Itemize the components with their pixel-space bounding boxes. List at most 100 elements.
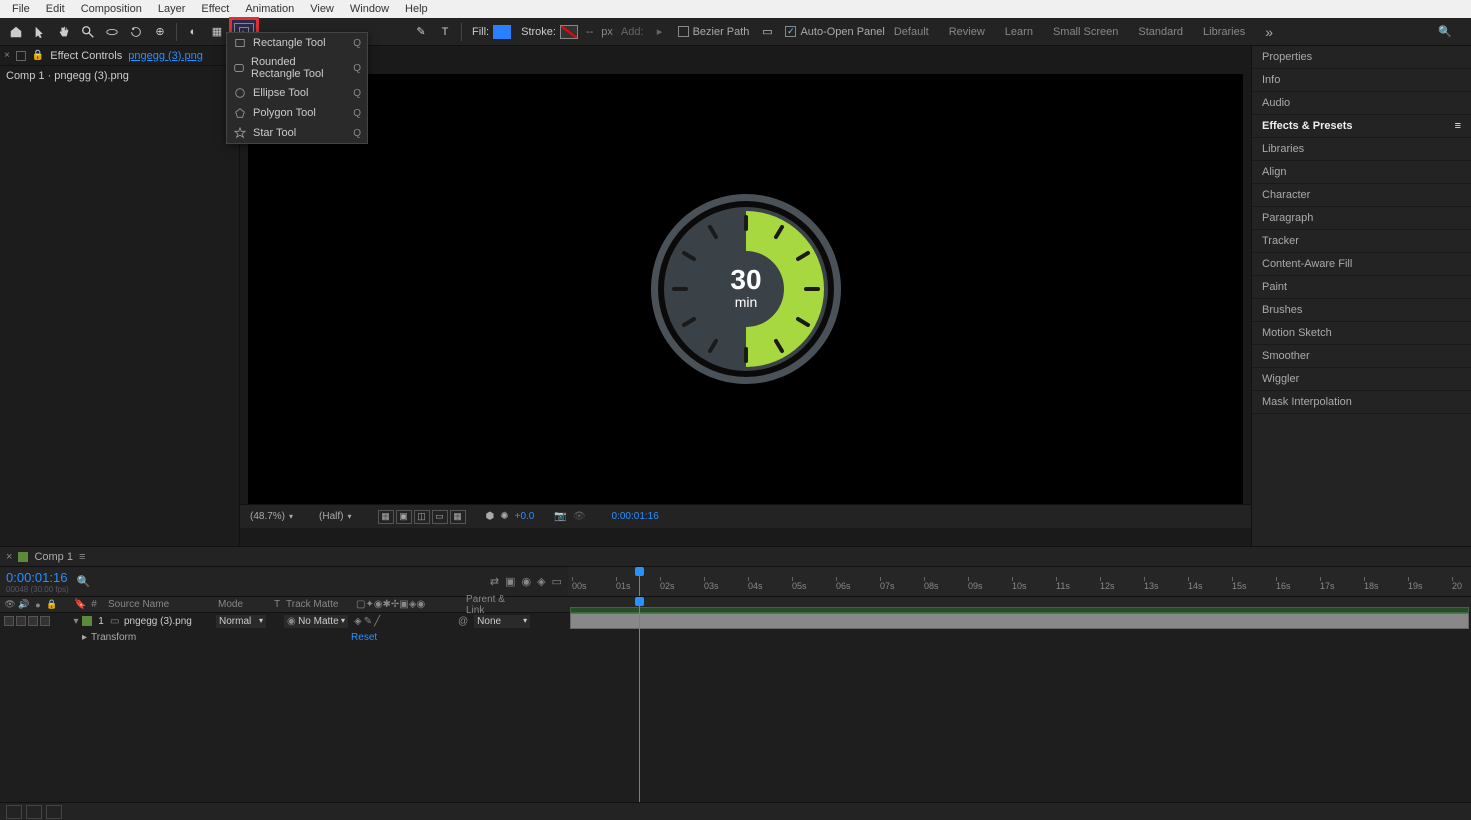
hand-tool[interactable] [53,21,75,43]
effect-controls-tab-label[interactable]: Effect Controls [50,50,122,62]
timeline-tab-menu-icon[interactable]: ≡ [79,551,85,563]
layer-row-1[interactable]: ▾ 1 ▭ pngegg (3).png Normal▾ ◉No Matte▾ … [0,613,568,629]
rounded-rectangle-tool-item[interactable]: Rounded Rectangle Tool Q [227,53,367,83]
menu-window[interactable]: Window [342,1,397,17]
layer-expand-icon[interactable]: ▾ [70,616,82,627]
transform-expand-icon[interactable]: ▸ [82,632,87,643]
add-dropdown[interactable]: ▸ [649,21,671,43]
workspace-more-icon[interactable]: » [1265,24,1273,40]
fill-swatch[interactable] [493,25,511,39]
av-col-speaker-icon[interactable]: 🔊 [18,599,30,611]
panel-brushes[interactable]: Brushes [1252,299,1471,322]
panel-info[interactable]: Info [1252,69,1471,92]
star-tool-item[interactable]: Star Tool Q [227,123,367,143]
panel-paragraph[interactable]: Paragraph [1252,207,1471,230]
guides-toggle-icon[interactable]: ▣ [396,510,412,524]
menu-view[interactable]: View [302,1,342,17]
parent-pickwhip-icon[interactable]: @ [458,616,468,627]
timeline-search[interactable]: 🔍 [77,575,91,588]
menu-help[interactable]: Help [397,1,436,17]
panel-close-icon[interactable]: × [4,50,10,61]
panel-paint[interactable]: Paint [1252,276,1471,299]
panel-align[interactable]: Align [1252,161,1471,184]
menu-file[interactable]: File [4,1,38,17]
region-toggle-icon[interactable]: ▭ [432,510,448,524]
tl-motion-blur-icon[interactable]: ◉ [522,575,532,588]
zoom-dropdown[interactable]: (48.7%)▾ [250,511,293,522]
ellipse-tool-item[interactable]: Ellipse Tool Q [227,83,367,103]
timeline-close-icon[interactable]: × [6,551,12,563]
home-tool[interactable] [5,21,27,43]
orbit-tool[interactable] [101,21,123,43]
project-icon[interactable] [16,51,26,61]
panel-menu-icon[interactable]: ≡ [1455,120,1461,132]
work-area-bar[interactable] [570,607,1469,613]
menu-edit[interactable]: Edit [38,1,73,17]
resolution-dropdown[interactable]: (Half)▾ [319,511,351,522]
col-label-t[interactable]: T [270,599,282,610]
tool-options-icon[interactable]: ▭ [756,21,778,43]
panel-audio[interactable]: Audio [1252,92,1471,115]
panel-motion-sketch[interactable]: Motion Sketch [1252,322,1471,345]
snapshot-icon[interactable]: 📷 [554,511,566,522]
preview-timecode[interactable]: 0:00:01:16 [612,511,659,522]
col-label-trackmatte[interactable]: Track Matte [282,599,352,610]
menu-composition[interactable]: Composition [73,1,150,17]
panel-libraries[interactable]: Libraries [1252,138,1471,161]
workspace-review[interactable]: Review [949,26,985,38]
playhead-line[interactable] [639,597,640,802]
toggle-inout-button[interactable] [46,805,62,819]
layer-parent-dropdown[interactable]: None▾ [474,615,530,628]
col-label-mode[interactable]: Mode [214,599,270,610]
layer-trackmatte-dropdown[interactable]: ◉No Matte▾ [284,615,348,628]
mask-tool[interactable]: ▦ [206,21,228,43]
layer-color-label[interactable] [82,616,92,626]
menu-effect[interactable]: Effect [193,1,237,17]
tl-graph-editor-icon[interactable]: ◈ [537,575,545,588]
layer-eye-toggle[interactable] [4,616,14,626]
layer-name[interactable]: pngegg (3).png [124,616,216,627]
panel-mask-interpolation[interactable]: Mask Interpolation [1252,391,1471,414]
search-icon[interactable]: 🔍 [1434,21,1456,43]
exposure-value[interactable]: +0.0 [515,511,535,522]
panel-wiggler[interactable]: Wiggler [1252,368,1471,391]
panel-tracker[interactable]: Tracker [1252,230,1471,253]
col-label-icon[interactable]: 🔖 [70,599,84,610]
rectangle-tool-item[interactable]: Rectangle Tool Q [227,33,367,53]
layer-mode-dropdown[interactable]: Normal▾ [216,615,266,628]
type-tool[interactable]: T [434,21,456,43]
transparency-grid-icon[interactable]: ▦ [450,510,466,524]
workspace-learn[interactable]: Learn [1005,26,1033,38]
effect-controls-layer-name[interactable]: pngegg (3).png [128,50,203,62]
workspace-standard[interactable]: Standard [1138,26,1183,38]
timeline-track-area[interactable] [568,613,1471,802]
menu-animation[interactable]: Animation [237,1,302,17]
panel-smoother[interactable]: Smoother [1252,345,1471,368]
col-label-num[interactable]: # [84,599,104,610]
polygon-tool-item[interactable]: Polygon Tool Q [227,103,367,123]
stroke-swatch[interactable] [560,25,578,39]
layer-switches[interactable]: ◈✎╱ [348,616,458,627]
workspace-libraries[interactable]: Libraries [1203,26,1245,38]
exposure-icon[interactable]: ✺ [500,511,508,522]
layer-duration-bar[interactable] [570,613,1469,629]
mask-toggle-icon[interactable]: ◫ [414,510,430,524]
pen-tool[interactable]: ✎ [410,21,432,43]
av-col-lock-icon[interactable]: 🔒 [46,599,58,611]
layer-lock-toggle[interactable] [40,616,50,626]
toggle-modes-button[interactable] [26,805,42,819]
panel-effects-presets[interactable]: Effects & Presets≡ [1252,115,1471,138]
composition-preview[interactable]: 30 min [248,74,1243,504]
panel-lock-icon[interactable]: 🔒 [32,50,44,61]
layer-solo-toggle[interactable] [28,616,38,626]
transform-reset-button[interactable]: Reset [351,632,377,643]
toggle-switches-button[interactable] [6,805,22,819]
playhead[interactable] [639,567,640,596]
panel-properties[interactable]: Properties [1252,46,1471,69]
grid-toggle-icon[interactable]: ▦ [378,510,394,524]
zoom-tool[interactable] [77,21,99,43]
panel-character[interactable]: Character [1252,184,1471,207]
menu-layer[interactable]: Layer [150,1,194,17]
rotate-tool[interactable] [125,21,147,43]
color-mgmt-icon[interactable]: ⬢ [486,511,495,522]
